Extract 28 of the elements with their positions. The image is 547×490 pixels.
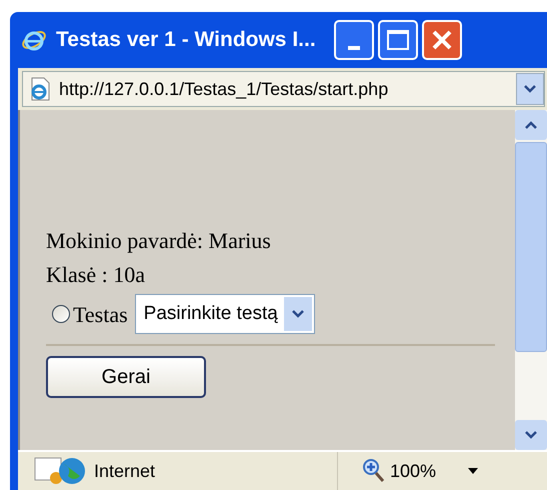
scroll-down-button[interactable]: [515, 420, 547, 450]
close-button[interactable]: [422, 20, 462, 60]
zoom-icon: [362, 458, 386, 484]
window-title: Testas ver 1 - Windows I...: [56, 27, 316, 54]
scroll-thumb[interactable]: [515, 142, 547, 352]
scrollbar[interactable]: [515, 110, 547, 450]
ok-button[interactable]: Gerai: [46, 356, 206, 398]
dropdown-button[interactable]: [516, 73, 544, 105]
address-field[interactable]: http://127.0.0.1/Testas_1/Testas/start.php: [22, 71, 545, 107]
student-name-text: Mokinio pavardė: Marius: [46, 227, 271, 255]
maximize-button[interactable]: [378, 20, 418, 60]
dropdown-button[interactable]: [284, 297, 312, 331]
radio-label: Testas: [73, 300, 128, 328]
chevron-down-icon: [523, 84, 537, 94]
minimize-button[interactable]: [334, 20, 374, 60]
test-select[interactable]: Pasirinkite testą: [134, 294, 315, 334]
globe-icon: [34, 456, 88, 486]
scroll-up-button[interactable]: [515, 110, 547, 140]
zoom-level[interactable]: 100%: [390, 458, 436, 484]
radio-button[interactable]: [52, 305, 70, 323]
chevron-down-icon: [524, 430, 538, 440]
caret-icon[interactable]: [468, 468, 478, 474]
page-icon: [29, 77, 51, 101]
close-icon: [430, 29, 453, 51]
chevron-down-icon: [290, 309, 305, 319]
chevron-up-icon: [524, 120, 538, 130]
zone-text: Internet: [94, 460, 156, 482]
class-text: Klasė : 10a: [46, 261, 145, 289]
